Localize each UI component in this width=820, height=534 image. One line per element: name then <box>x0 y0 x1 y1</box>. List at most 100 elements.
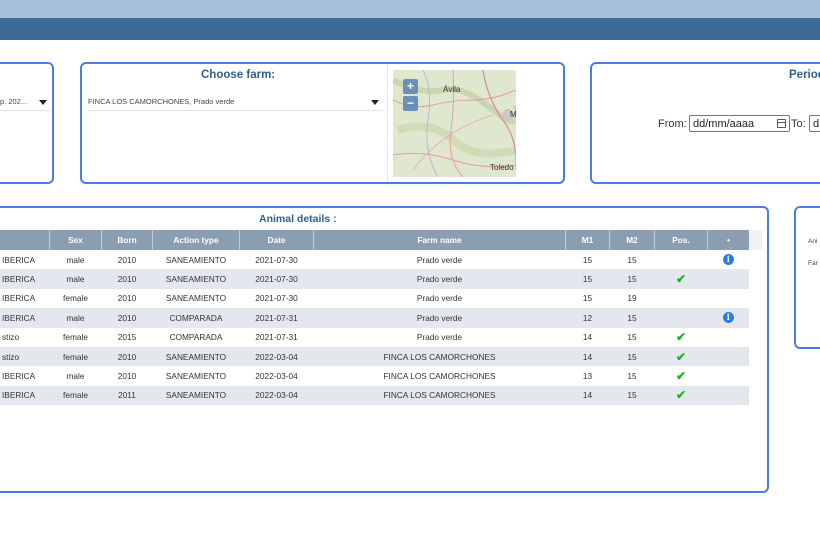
cell-m1: 14 <box>565 346 610 367</box>
cell-action-type: SANEAMIENTO <box>152 288 240 309</box>
cell-sex: male <box>49 250 102 270</box>
from-date-placeholder: dd/mm/aaaa <box>693 118 755 130</box>
cell-info <box>707 288 749 309</box>
zoom-in-button[interactable]: + <box>403 79 418 94</box>
cell-action-type: SANEAMIENTO <box>152 346 240 367</box>
check-icon: ✔ <box>675 369 687 384</box>
column-header-sex[interactable]: Sex <box>49 230 102 250</box>
cell-info: i <box>707 308 749 328</box>
table-row[interactable]: stizo female 2010 SANEAMIENTO 2022-03-04 FINC… <box>0 346 749 367</box>
cell-breed: IBERICA <box>0 385 50 406</box>
cell-info <box>707 366 749 386</box>
column-header-farm-name[interactable]: Farm name <box>313 230 566 250</box>
cell-farm-name: Prado verde <box>313 288 566 309</box>
table-body: IBERICA male 2010 SANEAMIENTO 2021-07-30 Prad… <box>0 250 749 406</box>
zoom-out-button[interactable]: − <box>403 96 418 111</box>
cell-sex: female <box>49 288 102 309</box>
right-side-panel: Ani Far <box>794 206 820 349</box>
cell-sex: male <box>49 366 102 386</box>
column-header-date[interactable]: Date <box>239 230 314 250</box>
table-row[interactable]: IBERICA male 2010 SANEAMIENTO 2022-03-04 FINC… <box>0 366 749 386</box>
cell-farm-name: Prado verde <box>313 250 566 270</box>
cell-sex: female <box>49 327 102 347</box>
info-icon[interactable]: i <box>722 254 734 266</box>
cell-m1: 12 <box>565 308 610 328</box>
table-row[interactable]: IBERICA male 2010 SANEAMIENTO 2021-07-30 Prad… <box>0 269 749 289</box>
animal-details-table: Sex Born Action type Date Farm name M1 M… <box>0 230 749 406</box>
animal-details-title: Animal details : <box>259 213 337 225</box>
table-row[interactable]: IBERICA female 2010 SANEAMIENTO 2021-07-30 Pr… <box>0 288 749 309</box>
from-date-input[interactable]: dd/mm/aaaa <box>689 115 790 132</box>
cell-date: 2022-03-04 <box>239 366 314 386</box>
cell-sex: male <box>49 308 102 328</box>
cell-sex: female <box>49 385 102 406</box>
cell-farm-name: Prado verde <box>313 269 566 289</box>
cell-pos: ✔ <box>654 269 708 289</box>
period-title: Period <box>789 69 820 81</box>
farm-select-value: FINCA LOS CAMORCHONES, Prado verde <box>88 97 235 106</box>
chevron-down-icon[interactable] <box>371 100 379 105</box>
cell-breed: IBERICA <box>0 308 50 328</box>
column-header-breed[interactable] <box>0 230 50 250</box>
check-icon: ✔ <box>675 330 687 345</box>
cell-m1: 14 <box>565 385 610 406</box>
to-date-input[interactable]: d <box>809 115 820 132</box>
cell-m2: 15 <box>609 385 655 406</box>
table-row[interactable]: IBERICA male 2010 COMPARADA 2021-07-31 Prado … <box>0 308 749 328</box>
cell-born: 2010 <box>101 308 153 328</box>
choose-farm-title: Choose farm: <box>201 69 276 81</box>
column-header-action-type[interactable]: Action type <box>152 230 240 250</box>
cell-m2: 15 <box>609 366 655 386</box>
check-icon: ✔ <box>675 349 687 364</box>
farm-map[interactable]: + − Ávila Toledo M <box>393 70 516 177</box>
cell-born: 2010 <box>101 366 153 386</box>
right-panel-text-1: Ani <box>808 238 818 245</box>
cell-farm-name: Prado verde <box>313 308 566 328</box>
to-date-placeholder: d <box>813 118 820 130</box>
cell-born: 2010 <box>101 250 153 270</box>
cell-m1: 13 <box>565 366 610 386</box>
cell-action-type: SANEAMIENTO <box>152 269 240 289</box>
cell-date: 2022-03-04 <box>239 346 314 367</box>
cell-sex: female <box>49 346 102 367</box>
info-icon[interactable]: i <box>722 312 734 324</box>
cell-farm-name: FINCA LOS CAMORCHONES <box>313 385 566 406</box>
cell-pos <box>654 250 708 270</box>
cell-born: 2011 <box>101 385 153 406</box>
cell-born: 2010 <box>101 288 153 309</box>
table-row[interactable]: IBERICA female 2011 SANEAMIENTO 2022-03-04 FI… <box>0 385 749 406</box>
cell-date: 2022-03-04 <box>239 385 314 406</box>
cell-born: 2015 <box>101 327 153 347</box>
calendar-icon[interactable] <box>777 119 786 128</box>
column-header-born[interactable]: Born <box>101 230 153 250</box>
cell-breed: stizo <box>0 346 50 367</box>
cell-pos: ✔ <box>654 327 708 347</box>
cell-date: 2021-07-30 <box>239 250 314 270</box>
cell-m1: 14 <box>565 327 610 347</box>
cell-farm-name: Prado verde <box>313 327 566 347</box>
table-row[interactable]: stizo female 2015 COMPARADA 2021-07-31 Prado … <box>0 327 749 347</box>
cell-info: i <box>707 250 749 270</box>
column-header-m2[interactable]: M2 <box>609 230 655 250</box>
cell-m2: 15 <box>609 346 655 367</box>
cell-farm-name: FINCA LOS CAMORCHONES <box>313 346 566 367</box>
top-navbar <box>0 18 820 40</box>
cell-date: 2021-07-31 <box>239 308 314 328</box>
cell-action-type: COMPARADA <box>152 327 240 347</box>
cell-born: 2010 <box>101 346 153 367</box>
cell-action-type: COMPARADA <box>152 308 240 328</box>
column-header-info[interactable]: • <box>707 230 749 250</box>
table-row[interactable]: IBERICA male 2010 SANEAMIENTO 2021-07-30 Prad… <box>0 250 749 270</box>
cell-born: 2010 <box>101 269 153 289</box>
column-header-m1[interactable]: M1 <box>565 230 610 250</box>
cell-pos: ✔ <box>654 366 708 386</box>
cell-m1: 15 <box>565 288 610 309</box>
cell-action-type: SANEAMIENTO <box>152 250 240 270</box>
cell-breed: stizo <box>0 327 50 347</box>
cell-m2: 19 <box>609 288 655 309</box>
chevron-down-icon[interactable] <box>39 100 47 105</box>
period-panel: Period From: dd/mm/aaaa To: d <box>590 62 820 184</box>
column-header-pos[interactable]: Pos. <box>654 230 708 250</box>
farm-select[interactable]: FINCA LOS CAMORCHONES, Prado verde <box>88 94 382 111</box>
map-label-avila: Ávila <box>443 85 461 94</box>
